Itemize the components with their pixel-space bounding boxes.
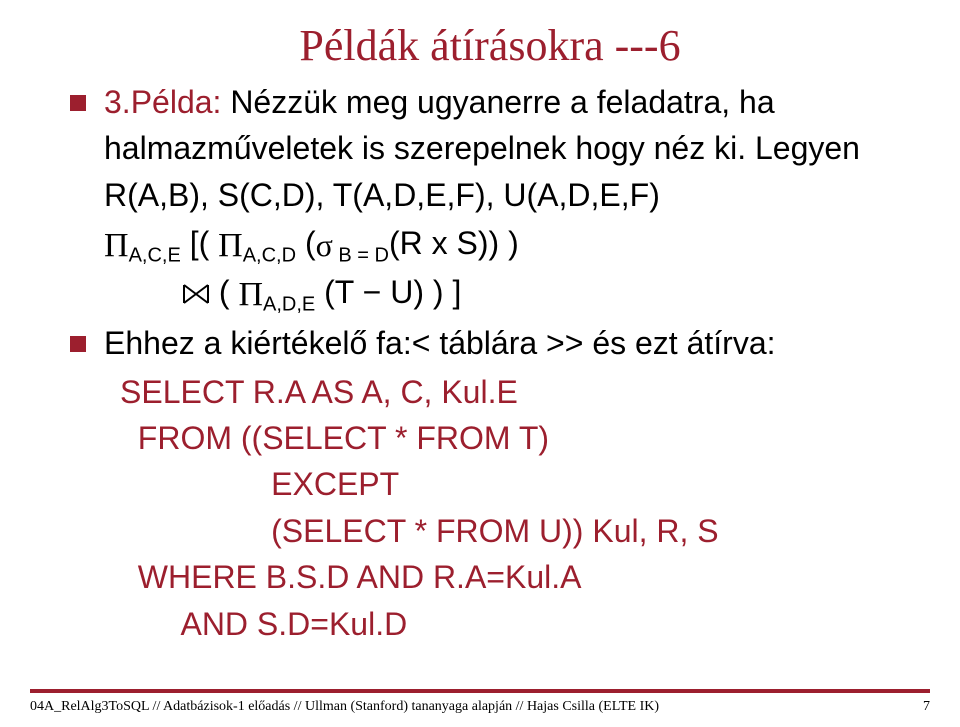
- query-line-1: SELECT R.A AS A, C, Kul.E: [120, 369, 910, 415]
- query-line-4: (SELECT * FROM U)) Kul, R, S: [120, 508, 910, 554]
- minus-symbol: −: [363, 274, 382, 310]
- expr-line-1: ΠA,C,E [( ΠA,C,D (σ B = D(R x S)) ): [104, 218, 910, 269]
- page-number: 7: [923, 699, 930, 715]
- slide-title: Példák átírásokra ---6: [70, 20, 910, 71]
- sigma-sub: B = D: [333, 245, 389, 267]
- expr2-tail: (T − U) ) ]: [324, 274, 461, 310]
- footer-text: 04A_RelAlg3ToSQL // Adatbázisok-1 előadá…: [30, 699, 659, 715]
- pi1-sub: A,C,E: [129, 245, 181, 267]
- bullet-1-lead: 3.Példa:: [104, 84, 230, 120]
- sigma-symbol: σ: [316, 221, 333, 269]
- query-line-5: WHERE B.S.D AND R.A=Kul.A: [120, 554, 910, 600]
- bullet-list: 3.Példa: Nézzük meg ugyanerre a feladatr…: [70, 79, 910, 367]
- sql-query: SELECT R.A AS A, C, Kul.E FROM ((SELECT …: [120, 369, 910, 647]
- expr-line-2: ( ΠA,D,E (T − U) ) ]: [104, 267, 910, 318]
- natural-join-icon: [182, 270, 210, 292]
- pi-symbol-2: Π: [218, 220, 243, 271]
- bullet-2: Ehhez a kiértékelő fa:< táblára >> és ez…: [70, 320, 910, 366]
- pi-symbol: Π: [104, 220, 129, 271]
- slide: Példák átírásokra ---6 3.Példa: Nézzük m…: [0, 0, 960, 727]
- bullet-1: 3.Példa: Nézzük meg ugyanerre a feladatr…: [70, 79, 910, 318]
- pi-symbol-3: Π: [238, 269, 263, 320]
- expr1-tail: (R x S)) ): [389, 225, 519, 261]
- expr2-prefix: (: [219, 274, 239, 310]
- pi3-sub: A,D,E: [263, 294, 315, 316]
- bullet-2-text: Ehhez a kiértékelő fa:< táblára >> és ez…: [104, 325, 776, 361]
- pi2-sub: A,C,D: [243, 245, 296, 267]
- query-line-3: EXCEPT: [120, 461, 910, 507]
- footer: 04A_RelAlg3ToSQL // Adatbázisok-1 előadá…: [30, 689, 930, 715]
- query-line-6: AND S.D=Kul.D: [120, 601, 910, 647]
- query-line-2: FROM ((SELECT * FROM T): [120, 415, 910, 461]
